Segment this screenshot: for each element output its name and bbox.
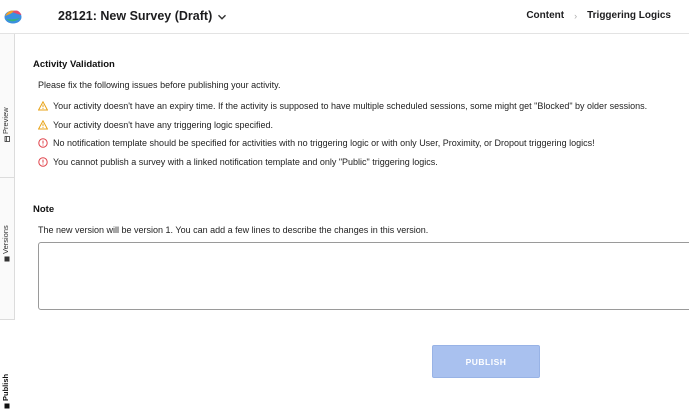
- note-title: Note: [33, 204, 55, 215]
- breadcrumb-triggering-logics[interactable]: Triggering Logics: [587, 10, 671, 21]
- top-bar: 28121: New Survey (Draft) Content › Trig…: [0, 0, 689, 34]
- issue-text: No notification template should be speci…: [53, 138, 595, 149]
- validation-intro: Please fix the following issues before p…: [38, 80, 281, 90]
- survey-title: 28121: New Survey (Draft): [58, 9, 213, 23]
- error-icon: [38, 157, 48, 167]
- breadcrumb: Content › Triggering Logics: [526, 10, 671, 21]
- left-rail: Preview Versions Publish: [0, 34, 15, 411]
- tab-versions-label: Versions: [1, 225, 10, 254]
- warning-icon: [37, 119, 49, 130]
- chevron-down-icon: [217, 11, 227, 21]
- issue-text: Your activity doesn't have an expiry tim…: [53, 101, 648, 112]
- tab-versions[interactable]: Versions: [0, 178, 15, 320]
- calendar-icon: [3, 136, 10, 142]
- survey-title-dropdown[interactable]: 28121: New Survey (Draft): [58, 9, 227, 23]
- tab-publish[interactable]: Publish: [0, 320, 15, 411]
- issue-item: Your activity doesn't have an expiry tim…: [37, 97, 648, 116]
- issue-item: No notification template should be speci…: [38, 134, 647, 153]
- tab-preview-label: Preview: [1, 107, 10, 134]
- version-note-textarea[interactable]: [38, 242, 689, 310]
- validation-title: Activity Validation: [33, 59, 115, 70]
- breadcrumb-content[interactable]: Content: [526, 10, 564, 21]
- list-icon: [3, 256, 9, 262]
- tab-publish-label: Publish: [1, 373, 10, 401]
- app-logo-icon[interactable]: [3, 6, 23, 26]
- issue-list: Your activity doesn't have an expiry tim…: [37, 97, 648, 172]
- issue-item: You cannot publish a survey with a linke…: [38, 153, 647, 172]
- error-icon: [38, 138, 48, 148]
- note-description: The new version will be version 1. You c…: [38, 225, 429, 235]
- warning-icon: [37, 100, 49, 111]
- issue-item: Your activity doesn't have any triggerin…: [37, 116, 647, 135]
- publish-icon: [3, 403, 9, 409]
- tab-preview[interactable]: Preview: [0, 34, 15, 178]
- issue-text: You cannot publish a survey with a linke…: [53, 156, 438, 167]
- issue-text: Your activity doesn't have any triggerin…: [53, 119, 274, 130]
- publish-button[interactable]: PUBLISH: [432, 345, 540, 378]
- chevron-right-icon: ›: [574, 10, 578, 21]
